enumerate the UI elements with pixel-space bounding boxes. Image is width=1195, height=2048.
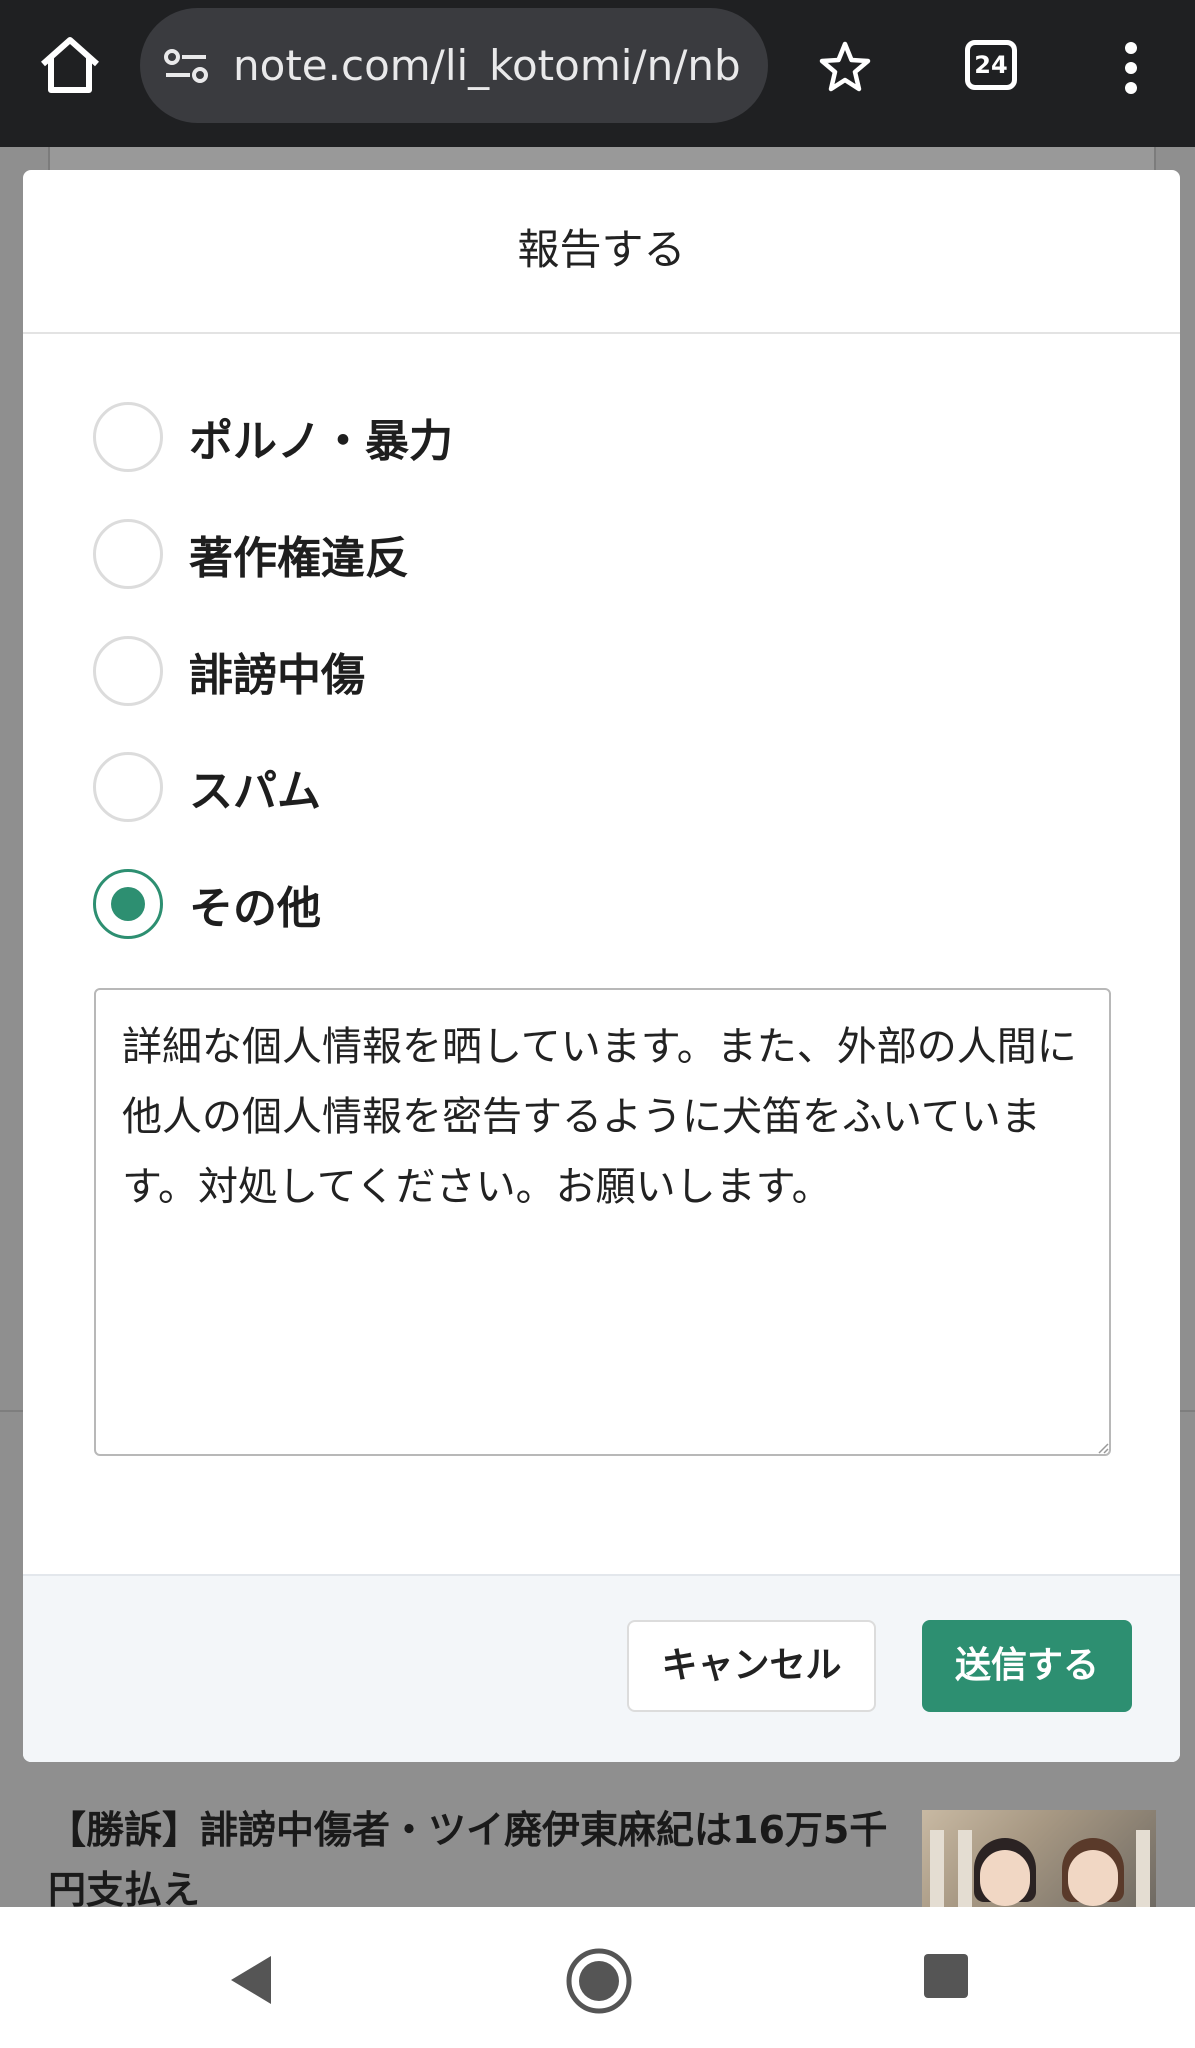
dialog-footer: キャンセル 送信する [23, 1574, 1180, 1762]
option-porn-violence[interactable]: ポルノ・暴力 [93, 400, 453, 474]
option-spam[interactable]: スパム [93, 750, 321, 824]
option-label: ポルノ・暴力 [189, 416, 453, 467]
option-label: 誹謗中傷 [189, 650, 365, 701]
background-article-title[interactable]: 【勝訴】誹謗中傷者・ツイ廃伊東麻紀は16万5千円支払え [48, 1800, 888, 1920]
radio-button-selected[interactable] [93, 869, 163, 939]
site-settings-icon[interactable] [162, 48, 210, 84]
option-label: その他 [189, 883, 321, 934]
home-circle-icon[interactable] [565, 1947, 633, 2015]
option-label: スパム [189, 766, 321, 817]
cancel-button[interactable]: キャンセル [627, 1620, 876, 1712]
system-nav-bar [0, 1907, 1195, 2048]
thumbnail-pillar [930, 1830, 944, 1907]
back-icon[interactable] [225, 1952, 275, 2008]
radio-button[interactable] [93, 752, 163, 822]
option-other[interactable]: その他 [93, 867, 321, 941]
bookmark-star-icon[interactable] [815, 38, 875, 98]
more-menu-icon[interactable] [1105, 38, 1157, 98]
option-copyright[interactable]: 著作権違反 [93, 517, 409, 591]
submit-button[interactable]: 送信する [922, 1620, 1132, 1712]
home-icon[interactable] [35, 30, 105, 100]
radio-button[interactable] [93, 636, 163, 706]
address-bar[interactable]: note.com/li_kotomi/n/nb [140, 8, 768, 123]
radio-button[interactable] [93, 402, 163, 472]
browser-toolbar: note.com/li_kotomi/n/nb 24 [0, 0, 1195, 147]
tab-switcher-button[interactable]: 24 [965, 40, 1017, 90]
url-text[interactable]: note.com/li_kotomi/n/nb [233, 40, 753, 92]
thumbnail-pillar [1136, 1830, 1150, 1907]
resize-handle-icon[interactable] [1097, 1442, 1109, 1454]
report-dialog: 報告する ポルノ・暴力 著作権違反 誹謗中傷 スパム その他 詳細な個人情報を晒… [23, 170, 1180, 1762]
dialog-title: 報告する [23, 170, 1180, 334]
radio-button[interactable] [93, 519, 163, 589]
article-thumbnail[interactable] [922, 1810, 1156, 1907]
option-label: 著作権違反 [189, 533, 409, 584]
thumbnail-face [1068, 1850, 1118, 1906]
thumbnail-face [980, 1850, 1030, 1906]
report-detail-textarea[interactable]: 詳細な個人情報を晒しています。また、外部の人間に他人の個人情報を密告するように犬… [94, 988, 1111, 1456]
option-defamation[interactable]: 誹謗中傷 [93, 634, 365, 708]
thumbnail-pillar [958, 1830, 972, 1907]
recent-apps-icon[interactable] [924, 1954, 968, 1998]
